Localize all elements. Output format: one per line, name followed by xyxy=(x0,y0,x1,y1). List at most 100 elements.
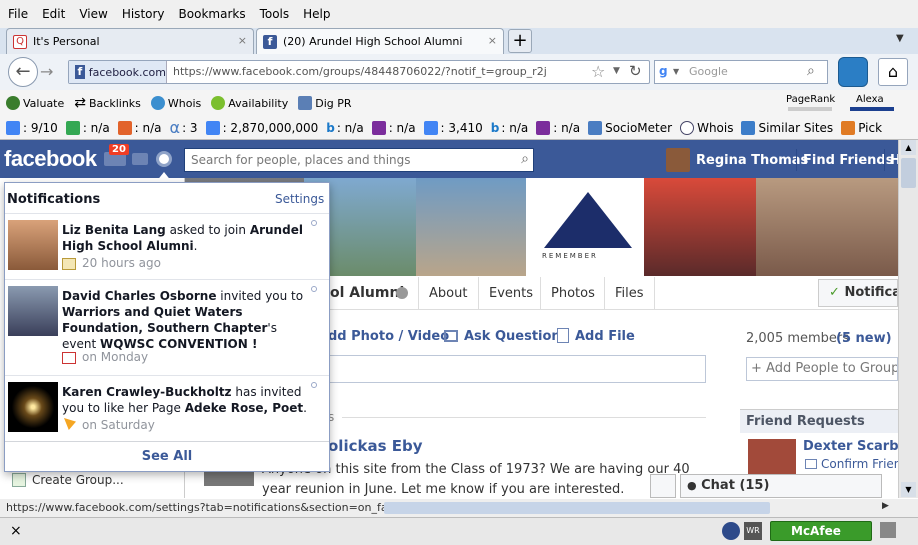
notification-item[interactable]: David Charles Osborne invited you to War… xyxy=(5,279,329,375)
forward-button[interactable]: → xyxy=(40,62,53,81)
scroll-right-arrow[interactable]: ▶ xyxy=(882,501,889,511)
close-icon[interactable]: × xyxy=(488,34,497,47)
add-file-link[interactable]: Add File xyxy=(575,329,635,344)
url-bar[interactable]: f facebook.com https://www.facebook.com/… xyxy=(68,60,650,84)
tab-list-icon[interactable]: ▼ xyxy=(896,33,904,44)
metric-yahoo-links[interactable]: : n/a xyxy=(553,121,580,135)
notification-item[interactable]: Liz Benita Lang asked to join Arundel Hi… xyxy=(5,213,329,279)
avatar[interactable] xyxy=(748,439,796,475)
facebook-search-input[interactable]: Search for people, places and things ⌕ xyxy=(184,148,534,172)
vertical-scrollbar[interactable]: ▲ ▼ xyxy=(898,140,918,498)
member-count[interactable]: 2,005 members xyxy=(746,331,849,346)
see-all-link[interactable]: See All xyxy=(5,441,329,471)
post-author-link[interactable]: olickas Eby xyxy=(328,437,423,455)
notification-actor: Karen Crawley-Buckholtz xyxy=(62,385,232,399)
add-friend-icon xyxy=(805,459,817,469)
toolbar-digpr[interactable]: Dig PR xyxy=(315,97,351,110)
skype-icon[interactable] xyxy=(838,57,868,87)
magnifier-icon xyxy=(211,96,226,110)
chat-button[interactable]: ● Chat (15) xyxy=(680,474,882,498)
mcafee-button[interactable]: McAfee xyxy=(770,521,872,541)
tab-photos[interactable]: Photos xyxy=(540,277,605,309)
ask-question-link[interactable]: Ask Question xyxy=(464,329,561,344)
new-tab-button[interactable]: + xyxy=(508,29,532,53)
menu-help[interactable]: Help xyxy=(303,7,330,21)
horizontal-scrollbar[interactable] xyxy=(384,502,770,514)
wr-icon[interactable]: WR xyxy=(744,522,762,540)
group-name[interactable]: ol Alumni xyxy=(330,285,404,301)
metric-alexa[interactable]: : n/a xyxy=(135,121,162,135)
toolbar-similar-sites[interactable]: Similar Sites xyxy=(758,121,833,135)
toolbar-whois[interactable]: Whois xyxy=(168,97,201,110)
mark-read-icon[interactable] xyxy=(311,286,317,292)
toolbar-pick[interactable]: Pick xyxy=(858,121,882,135)
menu-tools[interactable]: Tools xyxy=(260,7,290,21)
metric-google-links[interactable]: : 3,410 xyxy=(441,121,483,135)
find-friends-link[interactable]: Find Friends xyxy=(803,153,893,168)
tab-about[interactable]: About xyxy=(418,277,477,309)
menu-history[interactable]: History xyxy=(122,7,165,21)
metric-google-results[interactable]: : 2,870,000,000 xyxy=(223,121,319,135)
bookmark-star-icon[interactable]: ☆ xyxy=(591,62,605,81)
notification-target: Adeke Rose, Poet xyxy=(184,401,304,415)
metric-yahoo[interactable]: : n/a xyxy=(389,121,416,135)
messages-icon[interactable] xyxy=(132,153,148,165)
search-box[interactable]: g ▼ Google ⌕ xyxy=(654,60,828,84)
mark-read-icon[interactable] xyxy=(311,382,317,388)
metric-alpha[interactable]: : 3 xyxy=(182,121,198,135)
metric-pagerank[interactable]: : 9/10 xyxy=(23,121,58,135)
add-photo-link[interactable]: dd Photo / Video xyxy=(328,329,449,344)
search-icon[interactable]: ⌕ xyxy=(807,63,815,79)
friend-request-name[interactable]: Dexter Scarbor xyxy=(803,439,898,454)
notifications-globe-icon[interactable] xyxy=(156,151,172,167)
tab-arundel[interactable]: f (20) Arundel High School Alumni × xyxy=(256,28,504,54)
profile-link[interactable]: Regina Thomas xyxy=(696,153,808,168)
addon-icon[interactable] xyxy=(722,522,740,540)
dropdown-icon[interactable]: ▼ xyxy=(613,66,620,76)
metric-google-index[interactable]: : n/a xyxy=(83,121,110,135)
metric-bing[interactable]: : n/a xyxy=(337,121,364,135)
new-members-link[interactable]: (5 new) xyxy=(836,331,892,346)
tab-files[interactable]: Files xyxy=(604,277,655,309)
globe-icon xyxy=(150,96,165,110)
dollar-icon xyxy=(6,96,20,110)
add-people-input[interactable]: + Add People to Group xyxy=(746,357,898,381)
mark-read-icon[interactable] xyxy=(311,220,317,226)
menu-bookmarks[interactable]: Bookmarks xyxy=(179,7,246,21)
menu-view[interactable]: View xyxy=(79,7,107,21)
close-icon[interactable]: × xyxy=(238,34,247,47)
close-icon[interactable]: × xyxy=(10,523,22,539)
google-icon xyxy=(423,120,438,135)
notifications-button[interactable]: ✓ Notificat xyxy=(818,279,898,307)
toolbar-backlinks[interactable]: Backlinks xyxy=(89,97,141,110)
scroll-down-arrow[interactable]: ▼ xyxy=(901,482,916,497)
globe-icon[interactable] xyxy=(650,474,676,498)
toolbar-whois-2[interactable]: Whois xyxy=(697,121,733,135)
site-label: facebook.com xyxy=(88,65,166,79)
site-identity[interactable]: f facebook.com xyxy=(69,61,167,83)
reload-icon[interactable]: ↻ xyxy=(629,62,642,80)
menu-file[interactable]: File xyxy=(8,7,28,21)
chevron-down-icon: ▼ xyxy=(673,67,680,76)
toolbar-availability[interactable]: Availability xyxy=(228,97,288,110)
home-icon[interactable]: ⌂ xyxy=(878,58,908,86)
notification-item[interactable]: Karen Crawley-Buckholtz has invited you … xyxy=(5,375,329,439)
post-composer-input[interactable] xyxy=(328,355,706,383)
scroll-up-arrow[interactable]: ▲ xyxy=(901,140,916,155)
alexa-label: Alexa xyxy=(856,94,884,105)
menu-edit[interactable]: Edit xyxy=(42,7,65,21)
tab-events[interactable]: Events xyxy=(478,277,543,309)
toolbar-valuate[interactable]: Valuate xyxy=(23,97,64,110)
avatar[interactable] xyxy=(666,148,690,172)
facebook-logo[interactable]: facebook xyxy=(4,146,97,172)
scrollbar-thumb[interactable] xyxy=(901,158,916,188)
confirm-friend-link[interactable]: Confirm Frienc xyxy=(821,457,898,471)
toolbar-sociometer[interactable]: SocioMeter xyxy=(605,121,672,135)
cover-image-friends xyxy=(756,178,898,276)
metric-bing-links[interactable]: : n/a xyxy=(501,121,528,135)
tab-its-personal[interactable]: Q It's Personal × xyxy=(6,28,254,54)
search-icon[interactable]: ⌕ xyxy=(521,151,529,167)
create-group-link[interactable]: Create Group... xyxy=(32,473,124,487)
back-button[interactable]: ← xyxy=(8,57,38,87)
notifications-settings-link[interactable]: Settings xyxy=(275,192,324,206)
